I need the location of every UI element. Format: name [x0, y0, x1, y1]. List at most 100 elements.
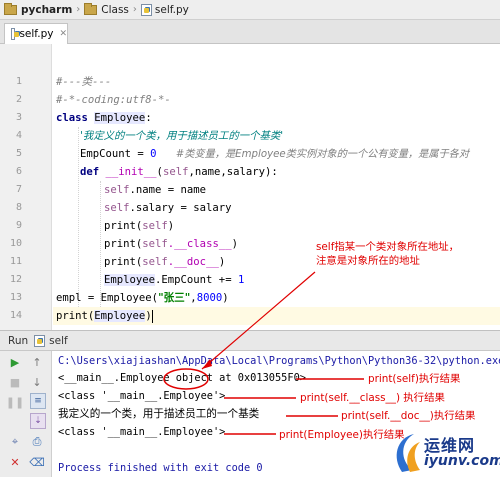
code-line-7: self.name = name	[104, 181, 500, 199]
number: 8000	[196, 292, 223, 304]
line-number: 14	[9, 310, 22, 321]
annotation-print-employee: print(Employee)执行结果	[279, 429, 405, 441]
line-number: 11	[9, 256, 22, 267]
line-number: 12	[9, 274, 22, 285]
scroll-icon[interactable]: ⇣	[30, 413, 46, 429]
code-line-9: print(self)	[104, 217, 500, 235]
run-icon[interactable]: ▶	[8, 355, 22, 369]
line-number: 13	[9, 292, 22, 303]
line-number: 3	[15, 112, 22, 123]
run-tool-header: Run self	[0, 330, 500, 351]
run-tab-label[interactable]: Run	[8, 335, 28, 347]
up-arrow-icon[interactable]: ↑	[30, 355, 44, 369]
code-line-14: print(Employee)	[56, 307, 500, 325]
stop-icon[interactable]: ■	[8, 375, 22, 389]
code-line-12: Employee.EmpCount += 1	[104, 271, 500, 289]
docstring: '我定义的一个类，用于描述员工的一个基类'	[80, 130, 284, 142]
comment: #-*-coding:utf8-*-	[56, 94, 171, 106]
class-name: Employee	[104, 274, 156, 286]
code-area[interactable]: #---类--- #-*-coding:utf8-*- class Employ…	[56, 44, 500, 330]
keyword: def	[80, 166, 106, 178]
code-text: )	[218, 256, 226, 268]
code-text: .EmpCount +=	[155, 274, 238, 286]
tab-label: self.py	[19, 28, 54, 40]
comment: #类变量，是Employee类实例对象的一个公有变量，是属于各对	[175, 149, 470, 160]
breadcrumb-project[interactable]: pycharm	[4, 2, 73, 16]
python-file-icon	[34, 334, 46, 347]
watermark-url: iyunv.com	[424, 453, 500, 469]
console-line: Process finished with exit code 0	[58, 462, 263, 474]
annotation-print-doc: print(self.__doc__)执行结果	[341, 410, 476, 422]
tab-self-py[interactable]: self.py ✕	[4, 23, 68, 44]
code-line-6: def __init__(self,name,salary):	[80, 163, 500, 181]
python-file-icon	[140, 3, 152, 16]
console-line: C:\Users\xiajiashan\AppData\Local\Progra…	[58, 355, 500, 367]
breadcrumb-folder[interactable]: Class	[84, 2, 129, 16]
file-name: self.py	[154, 3, 189, 16]
project-name: pycharm	[21, 3, 73, 16]
breadcrumb-separator: ›	[132, 4, 137, 15]
class-name: Employee	[94, 310, 146, 322]
magic-attribute: .__doc__	[167, 256, 219, 268]
annotation-self-note: self指某一个类对象所在地址，注意是对象所在的地址	[316, 241, 460, 267]
code-editor[interactable]: 1 2 3 4 5 6 7 8 9 10 11 12 13 14 #---类--…	[0, 44, 500, 330]
code-text: :	[145, 112, 152, 124]
comment: #---类---	[56, 76, 112, 88]
code-line-8: self.salary = salary	[104, 199, 500, 217]
code-text: print(	[56, 310, 95, 322]
soft-wrap-icon[interactable]: ≡	[30, 393, 46, 409]
line-number: 6	[15, 166, 22, 177]
code-text: .salary = salary	[129, 202, 232, 214]
annotation-print-class: print(self.__class__) 执行结果	[300, 392, 445, 404]
class-name: Employee	[94, 112, 146, 124]
code-text: print(	[104, 238, 143, 250]
close-icon[interactable]: ✕	[59, 29, 67, 39]
string-literal: "张三"	[158, 292, 191, 304]
self-keyword: self	[162, 166, 189, 178]
line-number: 5	[15, 148, 22, 159]
line-number: 7	[15, 184, 22, 195]
line-number: 8	[15, 202, 22, 213]
console-line: <class '__main__.Employee'>	[58, 426, 226, 438]
run-config-name[interactable]: self	[49, 335, 68, 347]
self-keyword: self	[142, 238, 168, 250]
breadcrumb: pycharm › Class › self.py	[0, 0, 500, 20]
close-icon[interactable]: ✕	[8, 455, 22, 469]
console-line: 我定义的一个类，用于描述员工的一个基类	[58, 408, 260, 420]
pin-icon[interactable]: ⌖	[8, 435, 22, 449]
breadcrumb-file[interactable]: self.py	[140, 3, 189, 16]
code-text: empl = Employee(	[56, 292, 159, 304]
self-keyword: self	[142, 256, 168, 268]
line-number: 9	[15, 220, 22, 231]
line-number: 1	[15, 76, 22, 87]
indent-guide	[78, 127, 79, 307]
delete-icon[interactable]: ⌫	[29, 455, 45, 469]
number: 1	[237, 274, 245, 286]
code-text: )	[231, 238, 238, 250]
code-line-4: '我定义的一个类，用于描述员工的一个基类'	[80, 127, 500, 145]
code-text: print(	[104, 256, 143, 268]
code-line-5: EmpCount = 0 #类变量，是Employee类实例对象的一个公有变量，…	[80, 145, 500, 163]
line-number: 10	[9, 238, 22, 249]
code-line-1: #---类---	[56, 73, 500, 91]
code-text: ,name,salary):	[188, 166, 278, 178]
console-line: <__main__.Employee object at 0x013055F0>	[58, 372, 306, 384]
editor-tab-bar: self.py ✕	[0, 20, 500, 44]
down-arrow-icon[interactable]: ↓	[30, 375, 44, 389]
console-line: <class '__main__.Employee'>	[58, 390, 226, 402]
annotation-print-self: print(self)执行结果	[368, 373, 461, 385]
code-line-3: class Employee:	[56, 109, 500, 127]
print-icon[interactable]: ⎙	[30, 435, 44, 449]
self-keyword: self	[104, 184, 130, 196]
code-line-2: #-*-coding:utf8-*-	[56, 91, 500, 109]
code-text: EmpCount =	[80, 148, 151, 160]
pause-icon[interactable]: ❚❚	[6, 395, 24, 409]
python-file-icon	[11, 28, 20, 40]
text-cursor	[151, 309, 153, 323]
line-number: 2	[15, 94, 22, 105]
line-number: 4	[15, 130, 22, 141]
folder-name: Class	[101, 3, 129, 16]
code-line-13: empl = Employee("张三",8000)	[56, 289, 500, 307]
run-toolbar: ▶ ↑ ■ ↓ ❚❚ ≡ ⇣ ⎙ ⌖ ⌫ ✕	[0, 351, 52, 477]
folder-icon	[4, 2, 17, 15]
